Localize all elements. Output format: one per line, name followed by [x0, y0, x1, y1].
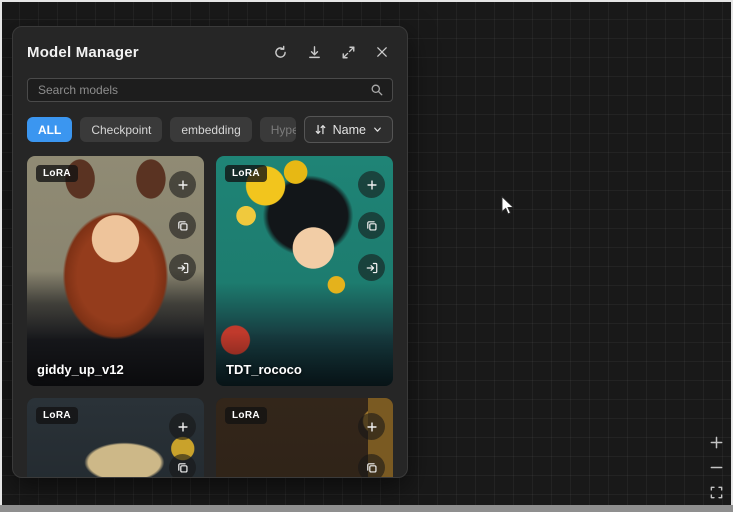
filter-bar: ALL Checkpoint embedding Hype Name [27, 116, 393, 143]
refresh-button[interactable] [273, 45, 288, 60]
zoom-out-icon [709, 460, 724, 475]
model-type-badge: LoRA [225, 165, 267, 182]
copy-icon [176, 219, 190, 233]
filter-chip-embedding[interactable]: embedding [170, 117, 251, 142]
load-model-button[interactable] [169, 254, 196, 281]
model-type-badge: LoRA [36, 165, 78, 182]
canvas-zoom-controls [709, 435, 724, 500]
model-card-grid: LoRA giddy_up_v12 LoRA [27, 156, 393, 478]
download-button[interactable] [307, 45, 322, 60]
refresh-icon [273, 45, 288, 60]
window-frame [0, 0, 2, 512]
model-card[interactable]: LoRA [216, 398, 393, 478]
copy-icon [365, 219, 379, 233]
model-type-badge: LoRA [225, 407, 267, 424]
filter-chip-hype[interactable]: Hype [260, 117, 296, 142]
search-icon [370, 83, 384, 97]
card-shade [27, 332, 204, 386]
copy-model-button[interactable] [358, 454, 385, 478]
model-type-badge: LoRA [36, 407, 78, 424]
sort-dropdown[interactable]: Name [304, 116, 393, 143]
import-icon [176, 261, 190, 275]
expand-icon [341, 45, 356, 60]
search-bar [27, 78, 393, 102]
add-model-button[interactable] [358, 413, 385, 440]
expand-button[interactable] [341, 45, 356, 60]
filter-chip-all[interactable]: ALL [27, 117, 72, 142]
panel-title: Model Manager [27, 44, 139, 61]
plus-icon [365, 178, 379, 192]
plus-icon [176, 178, 190, 192]
sort-icon [314, 123, 327, 136]
zoom-out-button[interactable] [709, 460, 724, 475]
zoom-in-icon [709, 435, 724, 450]
window-frame [0, 0, 733, 2]
chevron-down-icon [372, 124, 383, 135]
copy-model-button[interactable] [358, 212, 385, 239]
panel-header: Model Manager [27, 41, 393, 63]
add-model-button[interactable] [169, 171, 196, 198]
window-frame [0, 505, 733, 512]
filter-chip-checkpoint[interactable]: Checkpoint [80, 117, 162, 142]
model-card[interactable]: LoRA giddy_up_v12 [27, 156, 204, 386]
filter-chip-hype-label: Hype [271, 123, 296, 137]
plus-icon [365, 420, 379, 434]
search-input[interactable] [36, 82, 370, 98]
fit-view-button[interactable] [709, 485, 724, 500]
model-card[interactable]: LoRA TDT_rococo [216, 156, 393, 386]
load-model-button[interactable] [358, 254, 385, 281]
add-model-button[interactable] [358, 171, 385, 198]
close-icon [375, 45, 389, 59]
copy-model-button[interactable] [169, 454, 196, 478]
close-button[interactable] [375, 45, 389, 59]
model-manager-panel: Model Manager [12, 26, 408, 478]
plus-icon [176, 420, 190, 434]
model-card[interactable]: LoRA [27, 398, 204, 478]
model-name: TDT_rococo [226, 362, 302, 377]
model-name: giddy_up_v12 [37, 362, 124, 377]
panel-header-actions [273, 45, 393, 60]
zoom-in-button[interactable] [709, 435, 724, 450]
import-icon [365, 261, 379, 275]
sort-label: Name [333, 123, 366, 137]
add-model-button[interactable] [169, 413, 196, 440]
card-shade [216, 332, 393, 386]
download-icon [307, 45, 322, 60]
app-root: { "panel": { "title": "Model Manager", "… [0, 0, 733, 512]
copy-icon [365, 461, 379, 475]
fit-view-icon [709, 485, 724, 500]
copy-model-button[interactable] [169, 212, 196, 239]
copy-icon [176, 461, 190, 475]
